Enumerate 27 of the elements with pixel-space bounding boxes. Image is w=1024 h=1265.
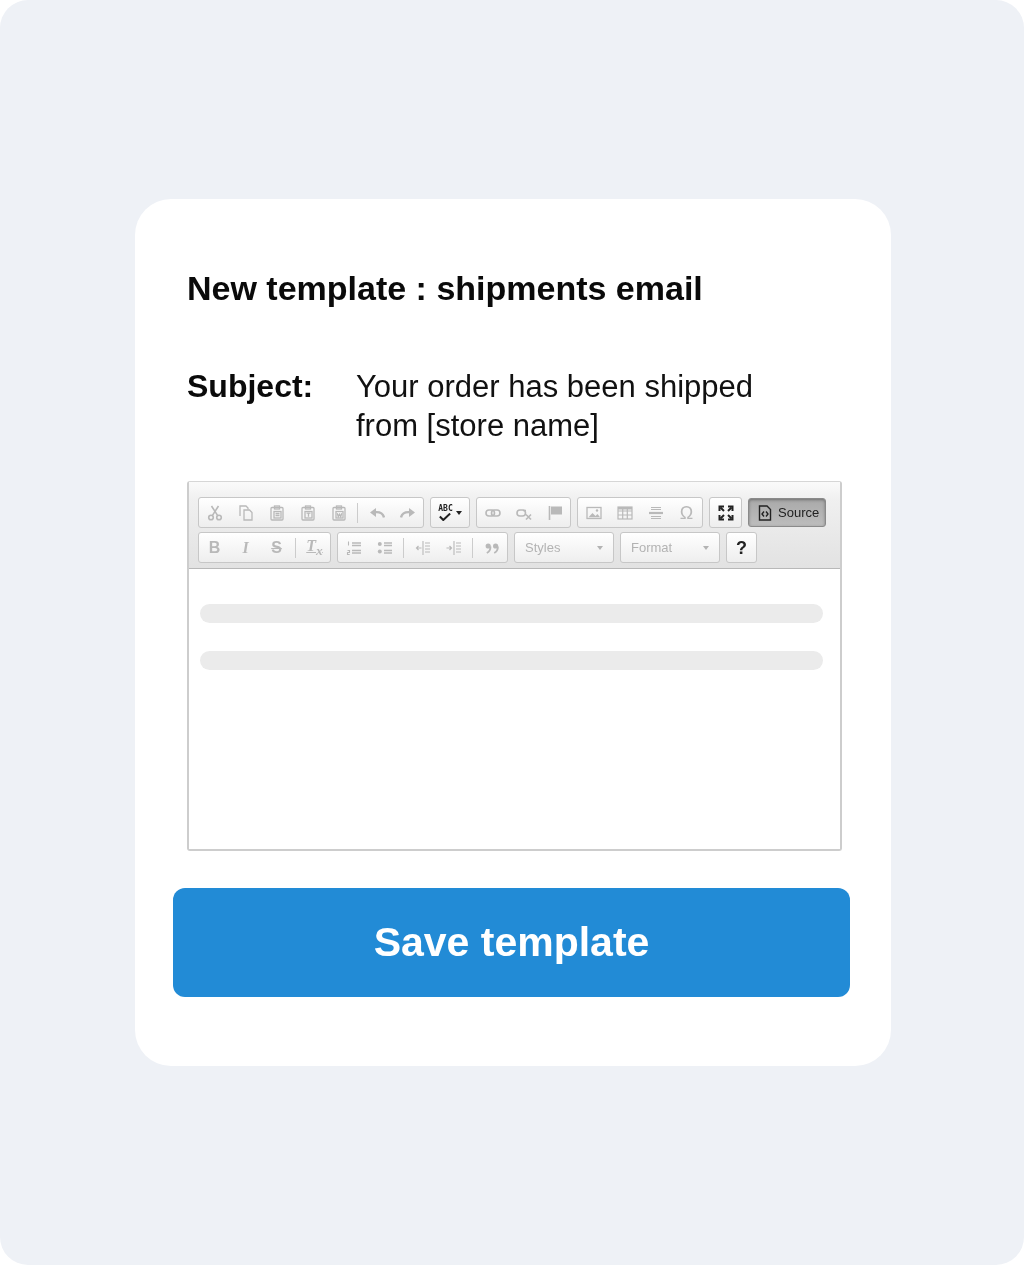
outdent-icon <box>414 539 431 556</box>
help-button[interactable]: ? <box>726 532 757 563</box>
horizontal-lines-icon <box>647 504 664 521</box>
check-icon <box>439 512 452 521</box>
subject-label: Subject: <box>187 367 315 406</box>
clipboard-icon <box>268 504 285 521</box>
indent-icon <box>445 539 462 556</box>
card-title: New template : shipments email <box>187 268 704 309</box>
caret-icon <box>455 510 462 515</box>
scissors-icon <box>206 504 223 521</box>
expand-arrows-icon <box>717 504 734 521</box>
image-icon <box>585 504 602 521</box>
caret-icon <box>597 545 603 550</box>
copy-icon <box>237 504 254 521</box>
subject-text: Your order has been shipped from [store name] <box>356 368 754 445</box>
clipboard-icon <box>330 504 347 521</box>
save-template-button[interactable]: Save template <box>173 888 850 997</box>
source-button[interactable]: Source <box>748 498 826 527</box>
bulleted-list-icon <box>376 539 393 556</box>
spellcheck-button[interactable]: ABC <box>430 497 470 528</box>
document-icon <box>757 504 773 521</box>
clipboard-icon <box>299 504 316 521</box>
maximize-button[interactable] <box>709 497 742 528</box>
flag-icon <box>546 504 563 521</box>
table-icon <box>616 504 633 521</box>
caret-icon <box>703 545 709 550</box>
numbered-list-icon <box>345 539 362 556</box>
